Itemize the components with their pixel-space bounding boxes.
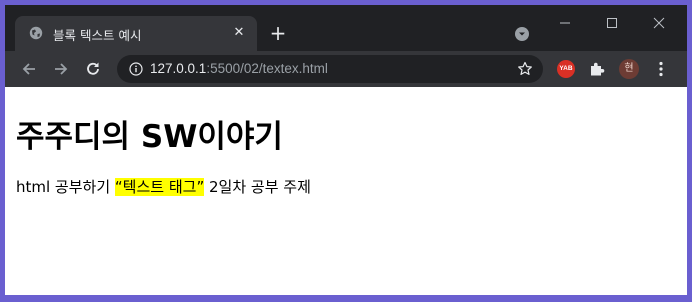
more-menu-icon[interactable] [653, 60, 669, 78]
bookmark-star-icon[interactable] [517, 61, 533, 77]
reload-icon[interactable] [83, 59, 103, 79]
back-arrow-icon[interactable] [19, 59, 39, 79]
page-content: 주주디의 SW이야기 html 공부하기 “텍스트 태그” 2일차 공부 주제 [5, 87, 687, 295]
extensions-puzzle-icon[interactable] [588, 60, 606, 78]
minimize-icon[interactable] [555, 13, 575, 33]
tab-active[interactable]: 블록 텍스트 예시 ✕ [15, 16, 257, 51]
page-paragraph: html 공부하기 “텍스트 태그” 2일차 공부 주제 [16, 176, 311, 197]
address-bar[interactable]: 127.0.0.1:5500/02/textex.html [117, 55, 543, 83]
tab-title: 블록 텍스트 예시 [53, 28, 142, 43]
info-icon[interactable] [129, 62, 143, 76]
globe-icon [29, 26, 43, 40]
url-text[interactable]: 127.0.0.1:5500/02/textex.html [150, 61, 328, 76]
highlighted-text: “텍스트 태그” [114, 178, 205, 196]
close-icon[interactable]: ✕ [231, 25, 247, 41]
toolbar: 127.0.0.1:5500/02/textex.html YAB 현 [5, 51, 687, 87]
title-bar: 블록 텍스트 예시 ✕ + [5, 5, 687, 51]
paragraph-text-after: 2일차 공부 주제 [204, 178, 311, 196]
paragraph-text-before: html 공부하기 [16, 178, 115, 196]
page-heading: 주주디의 SW이야기 [16, 119, 283, 155]
url-path: :5500/02/textex.html [206, 61, 328, 76]
url-host: 127.0.0.1 [150, 61, 207, 76]
profile-avatar[interactable]: 현 [619, 59, 639, 79]
close-window-icon[interactable] [649, 13, 669, 33]
new-tab-button[interactable]: + [267, 22, 289, 44]
forward-arrow-icon[interactable] [51, 59, 71, 79]
tab-search-icon[interactable] [514, 26, 530, 42]
maximize-icon[interactable] [602, 13, 622, 33]
browser-window: 블록 텍스트 예시 ✕ + 127.0.0.1:5500/02/textex.h… [5, 5, 687, 295]
yab-extension-icon[interactable]: YAB [557, 60, 575, 78]
